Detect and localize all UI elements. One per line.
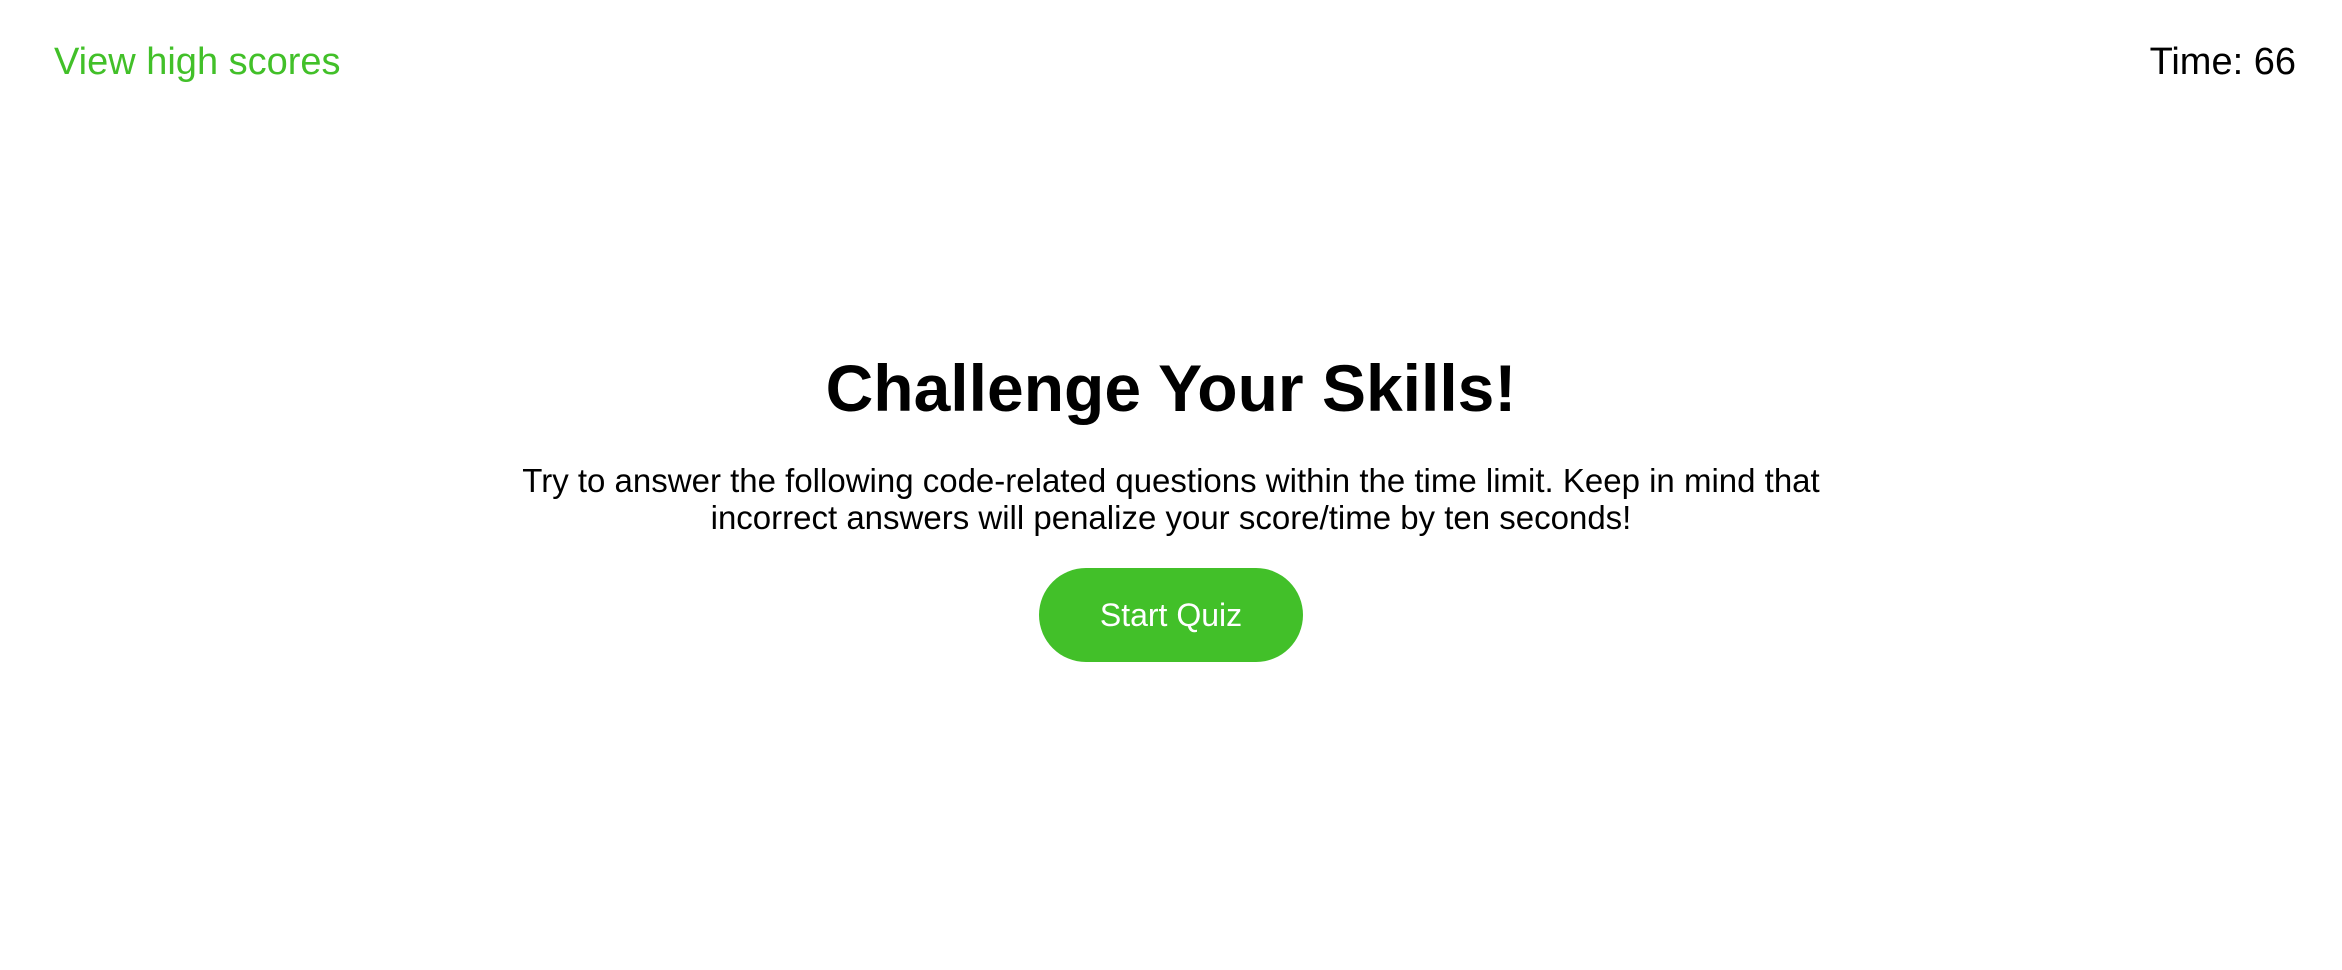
quiz-page: View high scores Time: 66 Challenge Your… (0, 0, 2342, 970)
timer: Time: 66 (2150, 38, 2296, 86)
timer-label: Time: (2149, 41, 2244, 83)
quiz-description: Try to answer the following code-related… (522, 462, 1820, 536)
intro-section: Challenge Your Skills! Try to answer the… (0, 348, 2342, 662)
top-bar: View high scores Time: 66 (0, 0, 2342, 120)
timer-value: 66 (2253, 41, 2296, 83)
page-title: Challenge Your Skills! (825, 351, 1517, 425)
view-high-scores-link[interactable]: View high scores (54, 38, 341, 86)
start-quiz-button[interactable]: Start Quiz (1039, 568, 1303, 662)
